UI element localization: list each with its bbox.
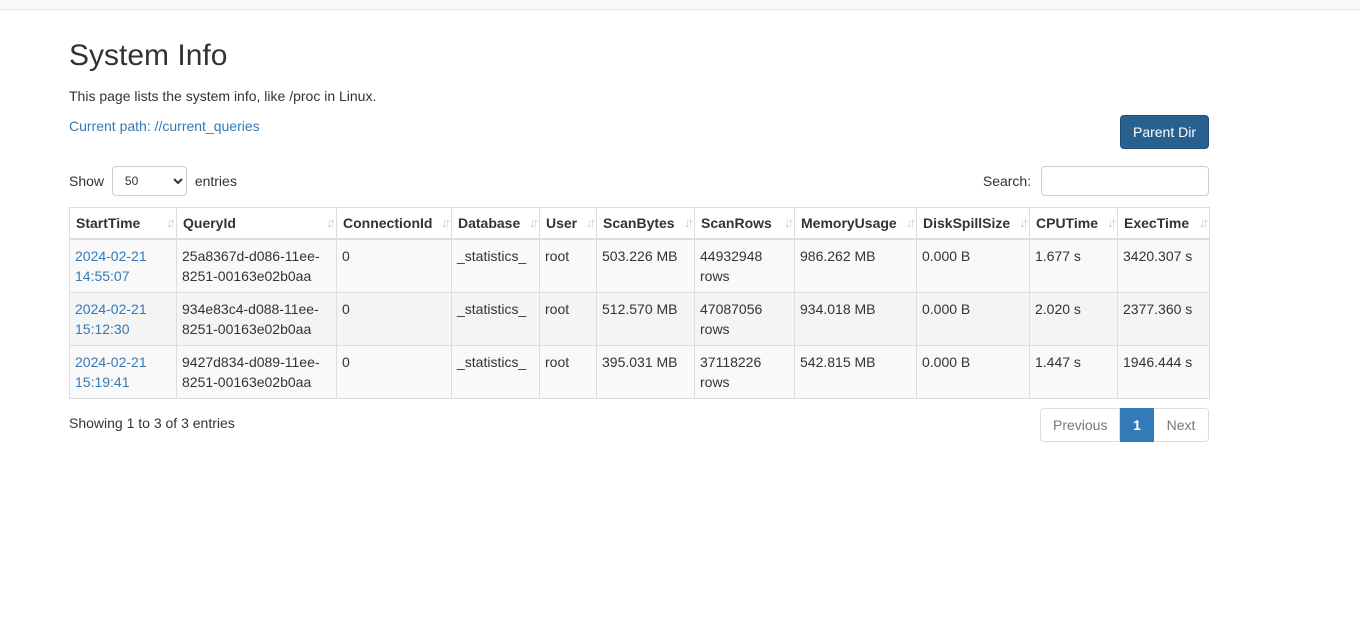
starttime-link[interactable]: 2024-02-21 15:19:41: [75, 354, 147, 390]
cell-connectionid: 0: [336, 291, 452, 346]
column-header-scanbytes[interactable]: ScanBytes ↓↑: [596, 207, 695, 240]
cell-database: _statistics_: [451, 344, 540, 399]
cell-scanrows: 44932948 rows: [694, 238, 795, 293]
search-input[interactable]: [1041, 166, 1209, 196]
column-header-starttime[interactable]: StartTime ↓↑: [69, 207, 177, 240]
column-header-exectime[interactable]: ExecTime ↓↑: [1117, 207, 1210, 240]
sort-both-icon: ↓↑: [529, 215, 539, 230]
cell-cputime: 2.020 s: [1029, 291, 1118, 346]
sort-both-icon: ↓↑: [1019, 215, 1029, 230]
cell-scanbytes: 512.570 MB: [596, 291, 695, 346]
cell-queryid: 934e83c4-d088-11ee-8251-00163e02b0aa: [176, 291, 337, 346]
cell-user: root: [539, 238, 597, 293]
cell-scanbytes: 503.226 MB: [596, 238, 695, 293]
pagination: Previous 1 Next: [1040, 407, 1209, 442]
previous-page-button[interactable]: Previous: [1040, 407, 1120, 442]
table-row: 2024-02-21 15:19:41 9427d834-d089-11ee-8…: [69, 344, 1210, 399]
table-controls: Show 50 entries Search:: [69, 166, 1209, 196]
parent-dir-button[interactable]: Parent Dir: [1120, 115, 1209, 149]
cell-diskspillsize: 0.000 B: [916, 344, 1030, 399]
sort-both-icon: ↓↑: [1107, 215, 1117, 230]
cell-queryid: 9427d834-d089-11ee-8251-00163e02b0aa: [176, 344, 337, 399]
queries-table: StartTime ↓↑ QueryId ↓↑ ConnectionId ↓↑ Dat…: [69, 207, 1210, 399]
table-row: 2024-02-21 14:55:07 25a8367d-d086-11ee-8…: [69, 238, 1210, 293]
starttime-link[interactable]: 2024-02-21 15:12:30: [75, 301, 147, 337]
table-footer: Showing 1 to 3 of 3 entries Previous 1 N…: [69, 407, 1209, 447]
cell-diskspillsize: 0.000 B: [916, 238, 1030, 293]
cell-queryid: 25a8367d-d086-11ee-8251-00163e02b0aa: [176, 238, 337, 293]
sort-both-icon: ↓↑: [586, 215, 596, 230]
cell-exectime: 3420.307 s: [1117, 238, 1210, 293]
column-header-scanrows[interactable]: ScanRows ↓↑: [694, 207, 795, 240]
cell-cputime: 1.447 s: [1029, 344, 1118, 399]
cell-user: root: [539, 291, 597, 346]
sort-both-icon: ↓↑: [166, 215, 176, 230]
cell-database: _statistics_: [451, 291, 540, 346]
starttime-link[interactable]: 2024-02-21 14:55:07: [75, 248, 147, 284]
column-header-connectionid[interactable]: ConnectionId ↓↑: [336, 207, 452, 240]
cell-starttime: 2024-02-21 14:55:07: [69, 238, 177, 293]
sort-both-icon: ↓↑: [326, 215, 336, 230]
cell-scanrows: 37118226 rows: [694, 344, 795, 399]
cell-connectionid: 0: [336, 238, 452, 293]
column-header-database[interactable]: Database ↓↑: [451, 207, 540, 240]
search-label: Search:: [982, 173, 1032, 189]
cell-database: _statistics_: [451, 238, 540, 293]
table-header-row: StartTime ↓↑ QueryId ↓↑ ConnectionId ↓↑ Dat…: [69, 207, 1210, 240]
table-row: 2024-02-21 15:12:30 934e83c4-d088-11ee-8…: [69, 291, 1210, 346]
next-page-button[interactable]: Next: [1154, 407, 1209, 442]
page-title: System Info: [69, 39, 228, 72]
cell-exectime: 1946.444 s: [1117, 344, 1210, 399]
page-description: This page lists the system info, like /p…: [69, 88, 377, 104]
search-control: Search:: [983, 166, 1209, 196]
cell-starttime: 2024-02-21 15:19:41: [69, 344, 177, 399]
cell-memoryusage: 986.262 MB: [794, 238, 917, 293]
cell-starttime: 2024-02-21 15:12:30: [69, 291, 177, 346]
sort-both-icon: ↓↑: [784, 215, 794, 230]
path-row: Current path: //current_queries Parent D…: [69, 115, 1209, 166]
cell-memoryusage: 934.018 MB: [794, 291, 917, 346]
page-1-button[interactable]: 1: [1120, 407, 1154, 442]
cell-scanbytes: 395.031 MB: [596, 344, 695, 399]
current-path-link[interactable]: Current path: //current_queries: [69, 118, 260, 134]
cell-cputime: 1.677 s: [1029, 238, 1118, 293]
top-navbar: [0, 0, 1360, 10]
sort-both-icon: ↓↑: [441, 215, 451, 230]
column-header-queryid[interactable]: QueryId ↓↑: [176, 207, 337, 240]
cell-diskspillsize: 0.000 B: [916, 291, 1030, 346]
column-header-diskspillsize[interactable]: DiskSpillSize ↓↑: [916, 207, 1030, 240]
sort-both-icon: ↓↑: [906, 215, 916, 230]
main-container: System Info This page lists the system i…: [69, 38, 1210, 447]
show-label: Show: [69, 173, 105, 189]
entries-label: entries: [194, 173, 237, 189]
page-length-select[interactable]: 50: [111, 166, 187, 196]
column-header-user[interactable]: User ↓↑: [539, 207, 597, 240]
column-header-memoryusage[interactable]: MemoryUsage ↓↑: [794, 207, 917, 240]
cell-exectime: 2377.360 s: [1117, 291, 1210, 346]
cell-scanrows: 47087056 rows: [694, 291, 795, 346]
table-info: Showing 1 to 3 of 3 entries: [69, 414, 235, 431]
page-length-control: Show 50 entries: [69, 166, 237, 196]
sort-both-icon: ↓↑: [684, 215, 694, 230]
column-header-cputime[interactable]: CPUTime ↓↑: [1029, 207, 1118, 240]
current-path: Current path: //current_queries: [69, 116, 1209, 136]
sort-both-icon: ↓↑: [1199, 215, 1209, 230]
cell-memoryusage: 542.815 MB: [794, 344, 917, 399]
cell-user: root: [539, 344, 597, 399]
cell-connectionid: 0: [336, 344, 452, 399]
